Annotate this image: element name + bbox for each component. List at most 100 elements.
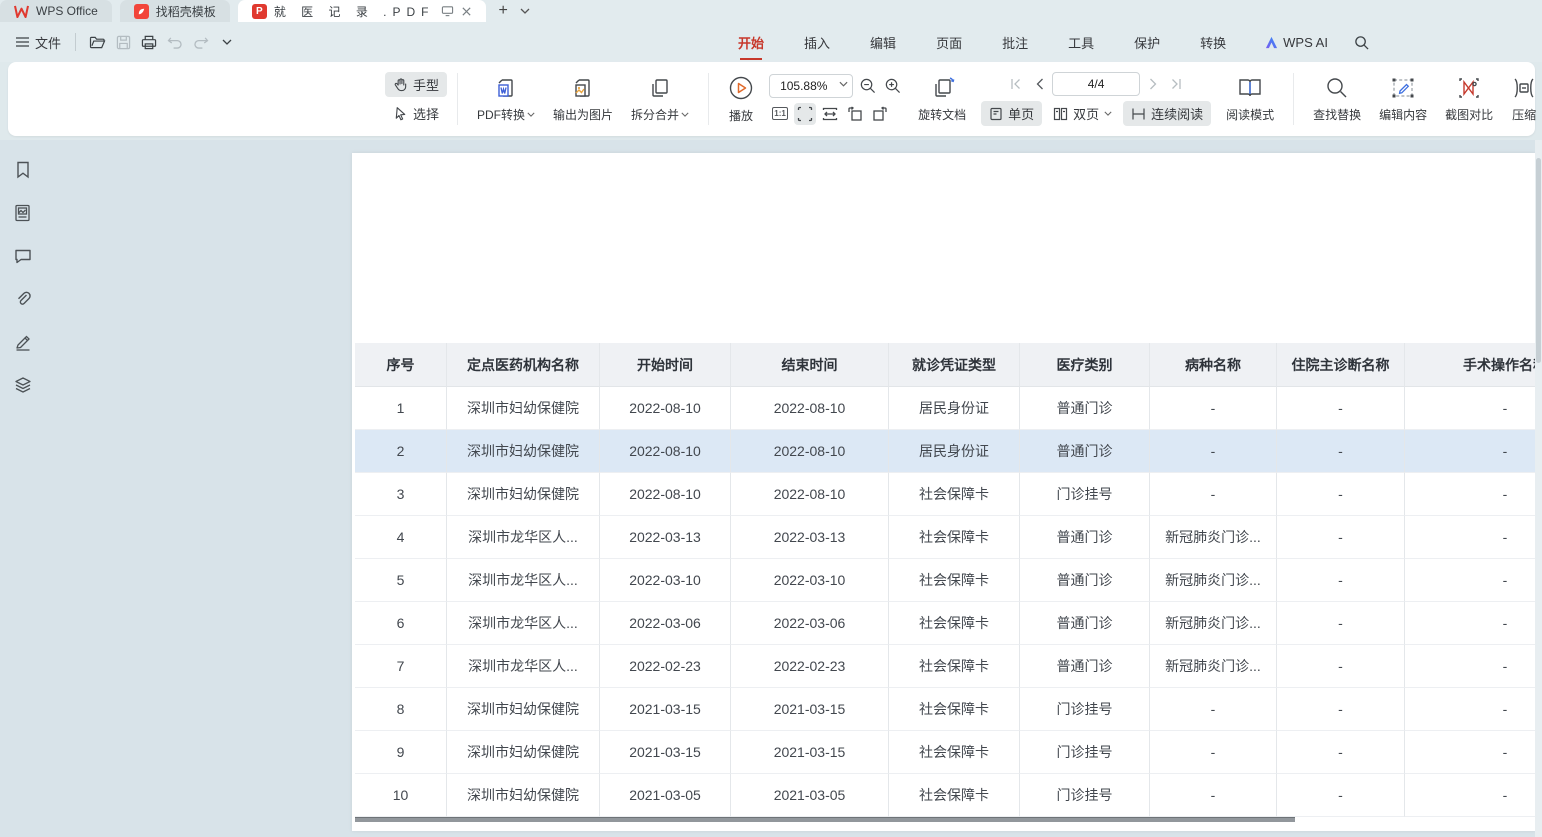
table-cell: - bbox=[1150, 473, 1277, 516]
zoom-out-icon[interactable] bbox=[856, 75, 878, 97]
zoom-in-icon[interactable] bbox=[881, 75, 903, 97]
column-header: 手术操作名称 bbox=[1405, 343, 1535, 387]
save-button[interactable] bbox=[110, 30, 136, 54]
table-cell: 2 bbox=[355, 430, 447, 473]
column-header: 病种名称 bbox=[1150, 343, 1277, 387]
rotate-left-icon[interactable] bbox=[844, 103, 866, 125]
open-folder-button[interactable] bbox=[84, 30, 110, 54]
rotate-right-icon[interactable] bbox=[869, 103, 891, 125]
column-header: 开始时间 bbox=[600, 343, 731, 387]
new-tab-button[interactable]: + bbox=[490, 0, 515, 22]
menu-home[interactable]: 开始 bbox=[738, 27, 764, 58]
select-tool-label: 选择 bbox=[413, 104, 439, 123]
quick-access-dropdown-icon[interactable] bbox=[214, 30, 240, 54]
column-header: 就诊凭证类型 bbox=[889, 343, 1020, 387]
table-cell: - bbox=[1277, 645, 1405, 688]
tab-wps-office[interactable]: WPS Office bbox=[0, 0, 112, 22]
prev-page-icon[interactable] bbox=[1029, 73, 1049, 95]
table-cell: 10 bbox=[355, 774, 447, 817]
last-page-icon[interactable] bbox=[1166, 73, 1186, 95]
tab-document-pdf[interactable]: P 就 医 记 录 .PDF bbox=[238, 0, 487, 22]
table-cell: 社会保障卡 bbox=[889, 731, 1020, 774]
screenshot-compare-button[interactable]: 截图对比 bbox=[1436, 76, 1502, 123]
table-cell: 普通门诊 bbox=[1020, 387, 1150, 430]
table-cell: - bbox=[1150, 774, 1277, 817]
redo-button[interactable] bbox=[188, 30, 214, 54]
actual-size-icon[interactable]: 1:1 bbox=[769, 103, 791, 125]
menu-page[interactable]: 页面 bbox=[936, 27, 962, 58]
wps-logo-icon bbox=[14, 5, 29, 18]
menu-edit[interactable]: 编辑 bbox=[870, 27, 896, 58]
menu-bar: 文件 开始 插入 编辑 页面 批注 工具 保护 转换 WPS AI bbox=[0, 22, 1542, 62]
single-page-button[interactable]: 单页 bbox=[981, 101, 1042, 126]
menu-wps-ai[interactable]: WPS AI bbox=[1264, 35, 1328, 50]
undo-button[interactable] bbox=[162, 30, 188, 54]
close-icon[interactable] bbox=[461, 6, 472, 17]
pdf-file-icon: P bbox=[252, 4, 267, 19]
split-merge-button[interactable]: 拆分合并 bbox=[622, 76, 698, 123]
tabs-dropdown-icon[interactable] bbox=[516, 0, 534, 22]
rotate-document-button[interactable]: 旋转文档 bbox=[909, 76, 975, 123]
table-cell: - bbox=[1277, 473, 1405, 516]
double-page-label: 双页 bbox=[1073, 104, 1099, 123]
table-cell: 9 bbox=[355, 731, 447, 774]
pdf-convert-label: PDF转换 bbox=[477, 106, 525, 123]
fit-width-icon[interactable] bbox=[819, 103, 841, 125]
medical-records-table: 序号 定点医药机构名称 开始时间 结束时间 就诊凭证类型 医疗类别 病种名称 住… bbox=[355, 343, 1535, 817]
export-image-icon bbox=[571, 76, 595, 100]
print-button[interactable] bbox=[136, 30, 162, 54]
vertical-scrollbar[interactable] bbox=[1535, 140, 1542, 837]
column-header: 医疗类别 bbox=[1020, 343, 1150, 387]
monitor-icon[interactable] bbox=[441, 5, 454, 17]
single-page-label: 单页 bbox=[1008, 104, 1034, 123]
find-replace-label: 查找替换 bbox=[1313, 106, 1361, 123]
select-tool-button[interactable]: 选择 bbox=[385, 101, 447, 126]
table-horizontal-scrollbar[interactable] bbox=[355, 817, 1295, 822]
export-image-button[interactable]: 输出为图片 bbox=[544, 76, 622, 123]
scrollbar-thumb[interactable] bbox=[1536, 158, 1541, 363]
compress-icon bbox=[1511, 76, 1537, 100]
edit-content-button[interactable]: 编辑内容 bbox=[1370, 76, 1436, 123]
table-cell: - bbox=[1405, 473, 1535, 516]
attachment-icon[interactable] bbox=[13, 289, 33, 309]
table-cell: 深圳市龙华区人... bbox=[447, 516, 600, 559]
table-cell: - bbox=[1405, 774, 1535, 817]
menu-comment[interactable]: 批注 bbox=[1002, 27, 1028, 58]
table-cell: 社会保障卡 bbox=[889, 516, 1020, 559]
column-header: 序号 bbox=[355, 343, 447, 387]
table-cell: 社会保障卡 bbox=[889, 774, 1020, 817]
tab-docer-templates[interactable]: 找稻壳模板 bbox=[120, 0, 230, 22]
thumbnail-icon[interactable] bbox=[13, 203, 33, 223]
table-cell: - bbox=[1405, 602, 1535, 645]
find-replace-button[interactable]: 查找替换 bbox=[1304, 76, 1370, 123]
file-menu-button[interactable]: 文件 bbox=[10, 29, 67, 56]
menu-tools[interactable]: 工具 bbox=[1068, 27, 1094, 58]
hand-tool-button[interactable]: 手型 bbox=[385, 72, 447, 97]
fit-page-icon[interactable] bbox=[794, 103, 816, 125]
layers-icon[interactable] bbox=[13, 375, 33, 395]
annotate-pen-icon[interactable] bbox=[13, 332, 33, 352]
table-cell: - bbox=[1277, 430, 1405, 473]
read-mode-button[interactable]: 阅读模式 bbox=[1217, 76, 1283, 123]
page-indicator-input[interactable] bbox=[1052, 72, 1140, 96]
bookmark-icon[interactable] bbox=[13, 160, 33, 180]
next-page-icon[interactable] bbox=[1143, 73, 1163, 95]
table-cell: - bbox=[1277, 387, 1405, 430]
search-icon[interactable] bbox=[1354, 35, 1369, 50]
menu-insert[interactable]: 插入 bbox=[804, 27, 830, 58]
comment-icon[interactable] bbox=[13, 246, 33, 266]
menu-protect[interactable]: 保护 bbox=[1134, 27, 1160, 58]
compress-button[interactable]: 压缩 bbox=[1502, 76, 1542, 123]
continuous-read-button[interactable]: 连续阅读 bbox=[1123, 101, 1211, 126]
table-cell: 深圳市妇幼保健院 bbox=[447, 731, 600, 774]
menu-convert[interactable]: 转换 bbox=[1200, 27, 1226, 58]
pdf-convert-button[interactable]: PDF转换 bbox=[468, 76, 544, 123]
double-page-button[interactable]: 双页 bbox=[1045, 101, 1120, 126]
first-page-icon[interactable] bbox=[1006, 73, 1026, 95]
table-cell: 1 bbox=[355, 387, 447, 430]
table-cell: 2022-03-06 bbox=[600, 602, 731, 645]
find-replace-icon bbox=[1325, 76, 1349, 100]
table-cell: 2022-03-10 bbox=[731, 559, 889, 602]
play-button[interactable]: 播放 bbox=[719, 75, 763, 124]
column-header: 定点医药机构名称 bbox=[447, 343, 600, 387]
